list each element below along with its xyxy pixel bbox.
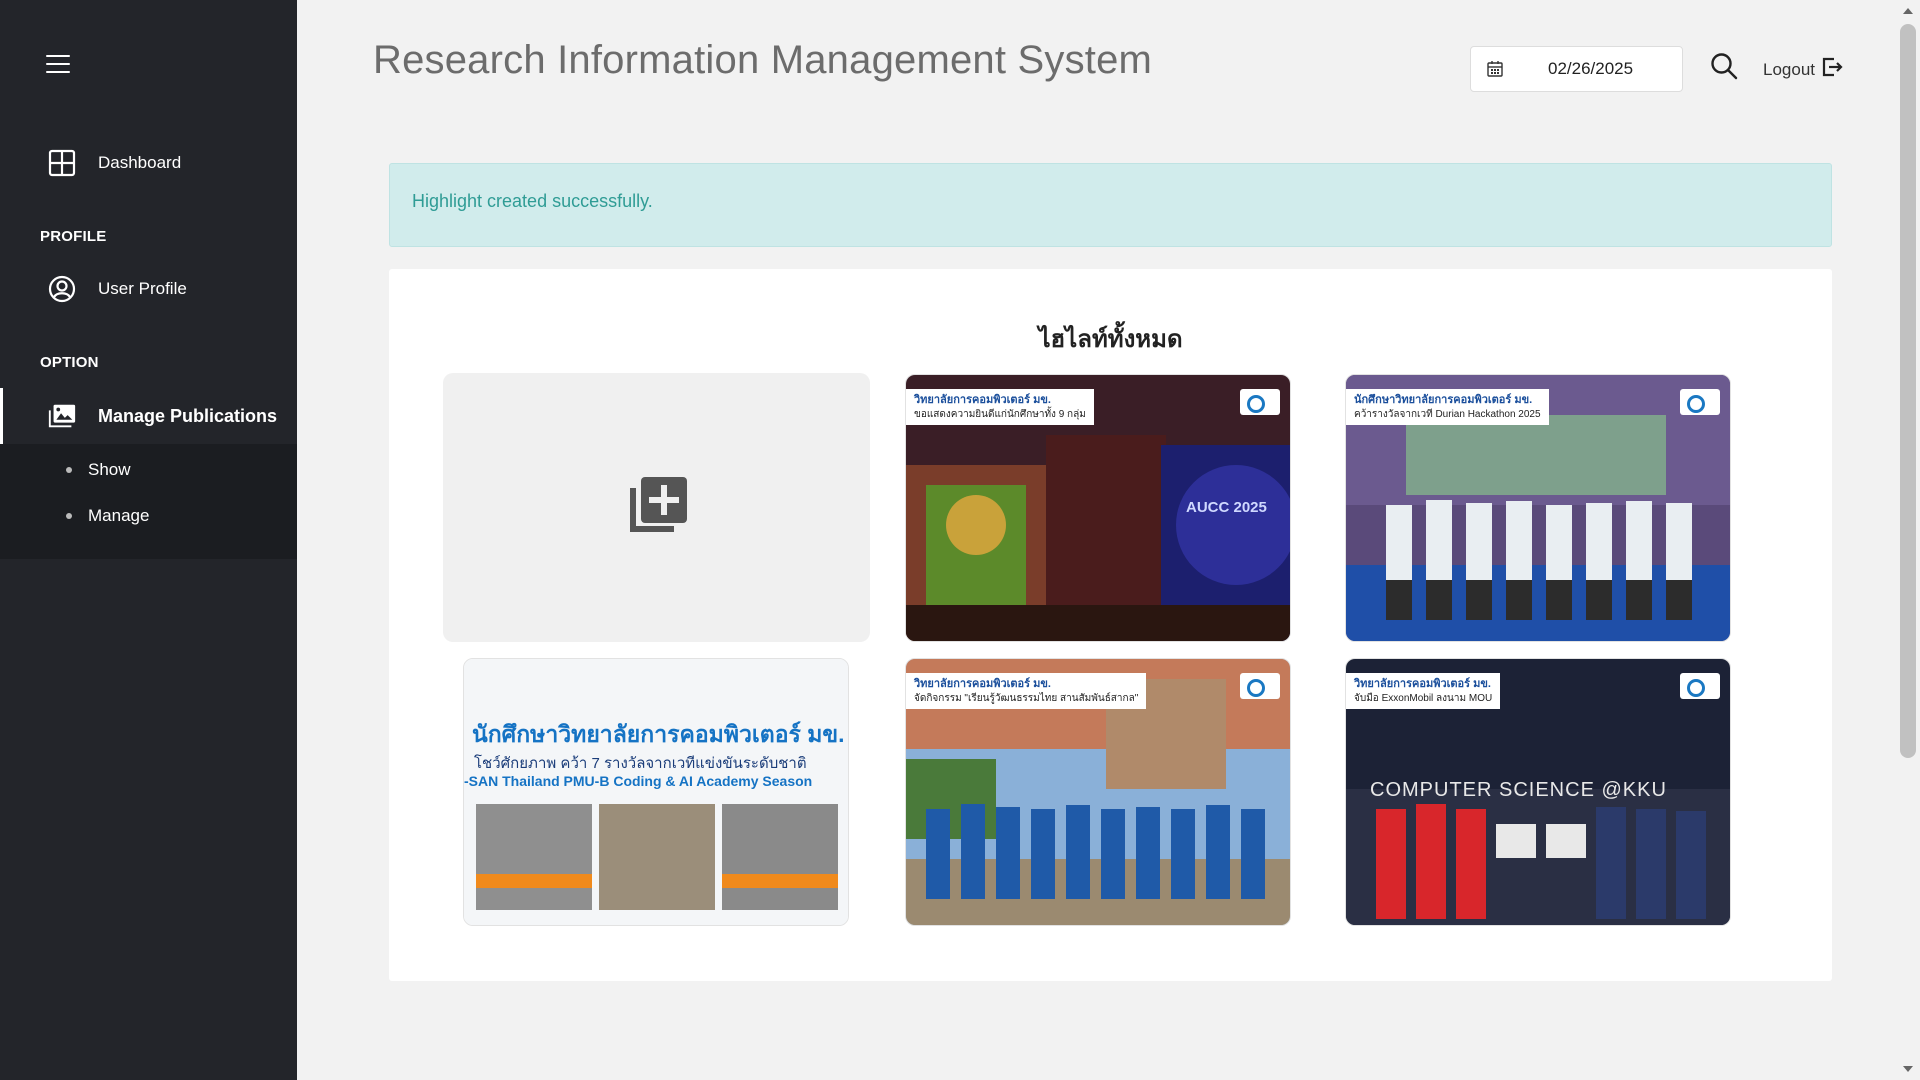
page-title: Research Information Management System (373, 38, 1153, 82)
logout-button[interactable]: Logout (1763, 56, 1843, 83)
highlight-banner: วิทยาลัยการคอมพิวเตอร์ มข. จัดกิจกรรม "เ… (906, 673, 1147, 710)
scroll-up-icon[interactable] (1903, 8, 1913, 14)
scroll-down-icon[interactable] (1903, 1066, 1913, 1072)
scrollbar-thumb[interactable] (1900, 24, 1916, 758)
sidebar-item-dashboard[interactable]: Dashboard (0, 136, 297, 190)
thumb-tagline: -SAN Thailand PMU-B Coding & AI Academy … (464, 773, 813, 789)
sidebar-item-label: User Profile (98, 279, 187, 298)
submenu-label: Manage (88, 506, 150, 525)
highlights-card: ไฮไลท์ทั้งหมด วิทยาลัยการคอมพิวเตอร์ มข.… (389, 269, 1832, 981)
calendar-icon (1486, 60, 1504, 78)
photo-album-icon (47, 401, 77, 431)
college-logo (1680, 389, 1720, 415)
college-logo (1680, 673, 1720, 699)
banner-title: วิทยาลัยการคอมพิวเตอร์ มข. (914, 678, 1051, 690)
dashboard-icon (47, 148, 77, 178)
bullet-dot (66, 467, 72, 473)
highlight-banner: วิทยาลัยการคอมพิวเตอร์ มข. จับมือ ExxonM… (1346, 673, 1501, 710)
submenu-item-show[interactable]: Show (66, 460, 131, 480)
menu-icon[interactable] (46, 55, 70, 75)
date-picker[interactable]: 02/26/2025 (1470, 46, 1683, 92)
success-alert: Highlight created successfully. (389, 163, 1832, 247)
section-label-profile: PROFILE (40, 228, 107, 245)
banner-subtitle: จับมือ ExxonMobil ลงนาม MOU (1354, 692, 1493, 704)
section-label-option: OPTION (40, 354, 99, 371)
banner-subtitle: ขอแสดงความยินดีแก่นักศึกษาทั้ง 9 กลุ่ม (914, 408, 1086, 420)
highlight-item[interactable]: นักศึกษาวิทยาลัยการคอมพิวเตอร์ มข. โชว์ศ… (463, 658, 849, 926)
highlight-item[interactable]: นักศึกษาวิทยาลัยการคอมพิวเตอร์ มข. คว้าร… (1345, 374, 1731, 642)
alert-message: Highlight created successfully. (412, 191, 653, 211)
highlight-item[interactable]: วิทยาลัยการคอมพิวเตอร์ มข. จัดกิจกรรม "เ… (905, 658, 1291, 926)
banner-subtitle: จัดกิจกรรม "เรียนรู้วัฒนธรรมไทย สานสัมพั… (914, 692, 1139, 704)
highlight-banner: วิทยาลัยการคอมพิวเตอร์ มข. ขอแสดงความยิน… (906, 389, 1094, 426)
scene-text: AUCC 2025 (1186, 499, 1267, 516)
submenu-item-manage[interactable]: Manage (66, 506, 149, 526)
thumb-headline: นักศึกษาวิทยาลัยการคอมพิวเตอร์ มข. (472, 721, 845, 747)
bullet-dot (66, 513, 72, 519)
highlight-banner: นักศึกษาวิทยาลัยการคอมพิวเตอร์ มข. คว้าร… (1346, 389, 1549, 426)
banner-title: วิทยาลัยการคอมพิวเตอร์ มข. (914, 394, 1051, 406)
highlight-item[interactable]: วิทยาลัยการคอมพิวเตอร์ มข. ขอแสดงความยิน… (905, 374, 1291, 642)
college-logo (1240, 673, 1280, 699)
sidebar-item-label: Dashboard (98, 153, 182, 172)
search-icon[interactable] (1710, 52, 1738, 80)
add-library-icon (623, 471, 691, 544)
scene-text: COMPUTER SCIENCE @KKU (1370, 779, 1667, 801)
section-title: ไฮไลท์ทั้งหมด (1038, 326, 1183, 353)
user-circle-icon (47, 274, 77, 304)
add-highlight-button[interactable] (443, 373, 870, 642)
logout-icon (1815, 56, 1843, 83)
publications-submenu: Show Manage (0, 444, 297, 559)
banner-title: นักศึกษาวิทยาลัยการคอมพิวเตอร์ มข. (1354, 394, 1533, 406)
sidebar-item-manage-publications[interactable]: Manage Publications (0, 388, 297, 444)
thumb-subline: โชว์ศักยภาพ คว้า 7 รางวัลจากเวทีแข่งขันร… (474, 755, 807, 772)
date-value: 02/26/2025 (1548, 59, 1634, 78)
college-logo (1240, 389, 1280, 415)
sidebar: Dashboard PROFILE User Profile OPTION Ma… (0, 0, 297, 1080)
highlight-item[interactable]: วิทยาลัยการคอมพิวเตอร์ มข. จับมือ ExxonM… (1345, 658, 1731, 926)
sidebar-item-user-profile[interactable]: User Profile (0, 262, 297, 316)
banner-subtitle: คว้ารางวัลจากเวที Durian Hackathon 2025 (1354, 408, 1541, 420)
banner-title: วิทยาลัยการคอมพิวเตอร์ มข. (1354, 678, 1491, 690)
logout-label: Logout (1763, 59, 1815, 79)
submenu-label: Show (88, 460, 131, 479)
page-scrollbar[interactable] (1896, 0, 1920, 1080)
sidebar-item-label: Manage Publications (98, 405, 278, 426)
